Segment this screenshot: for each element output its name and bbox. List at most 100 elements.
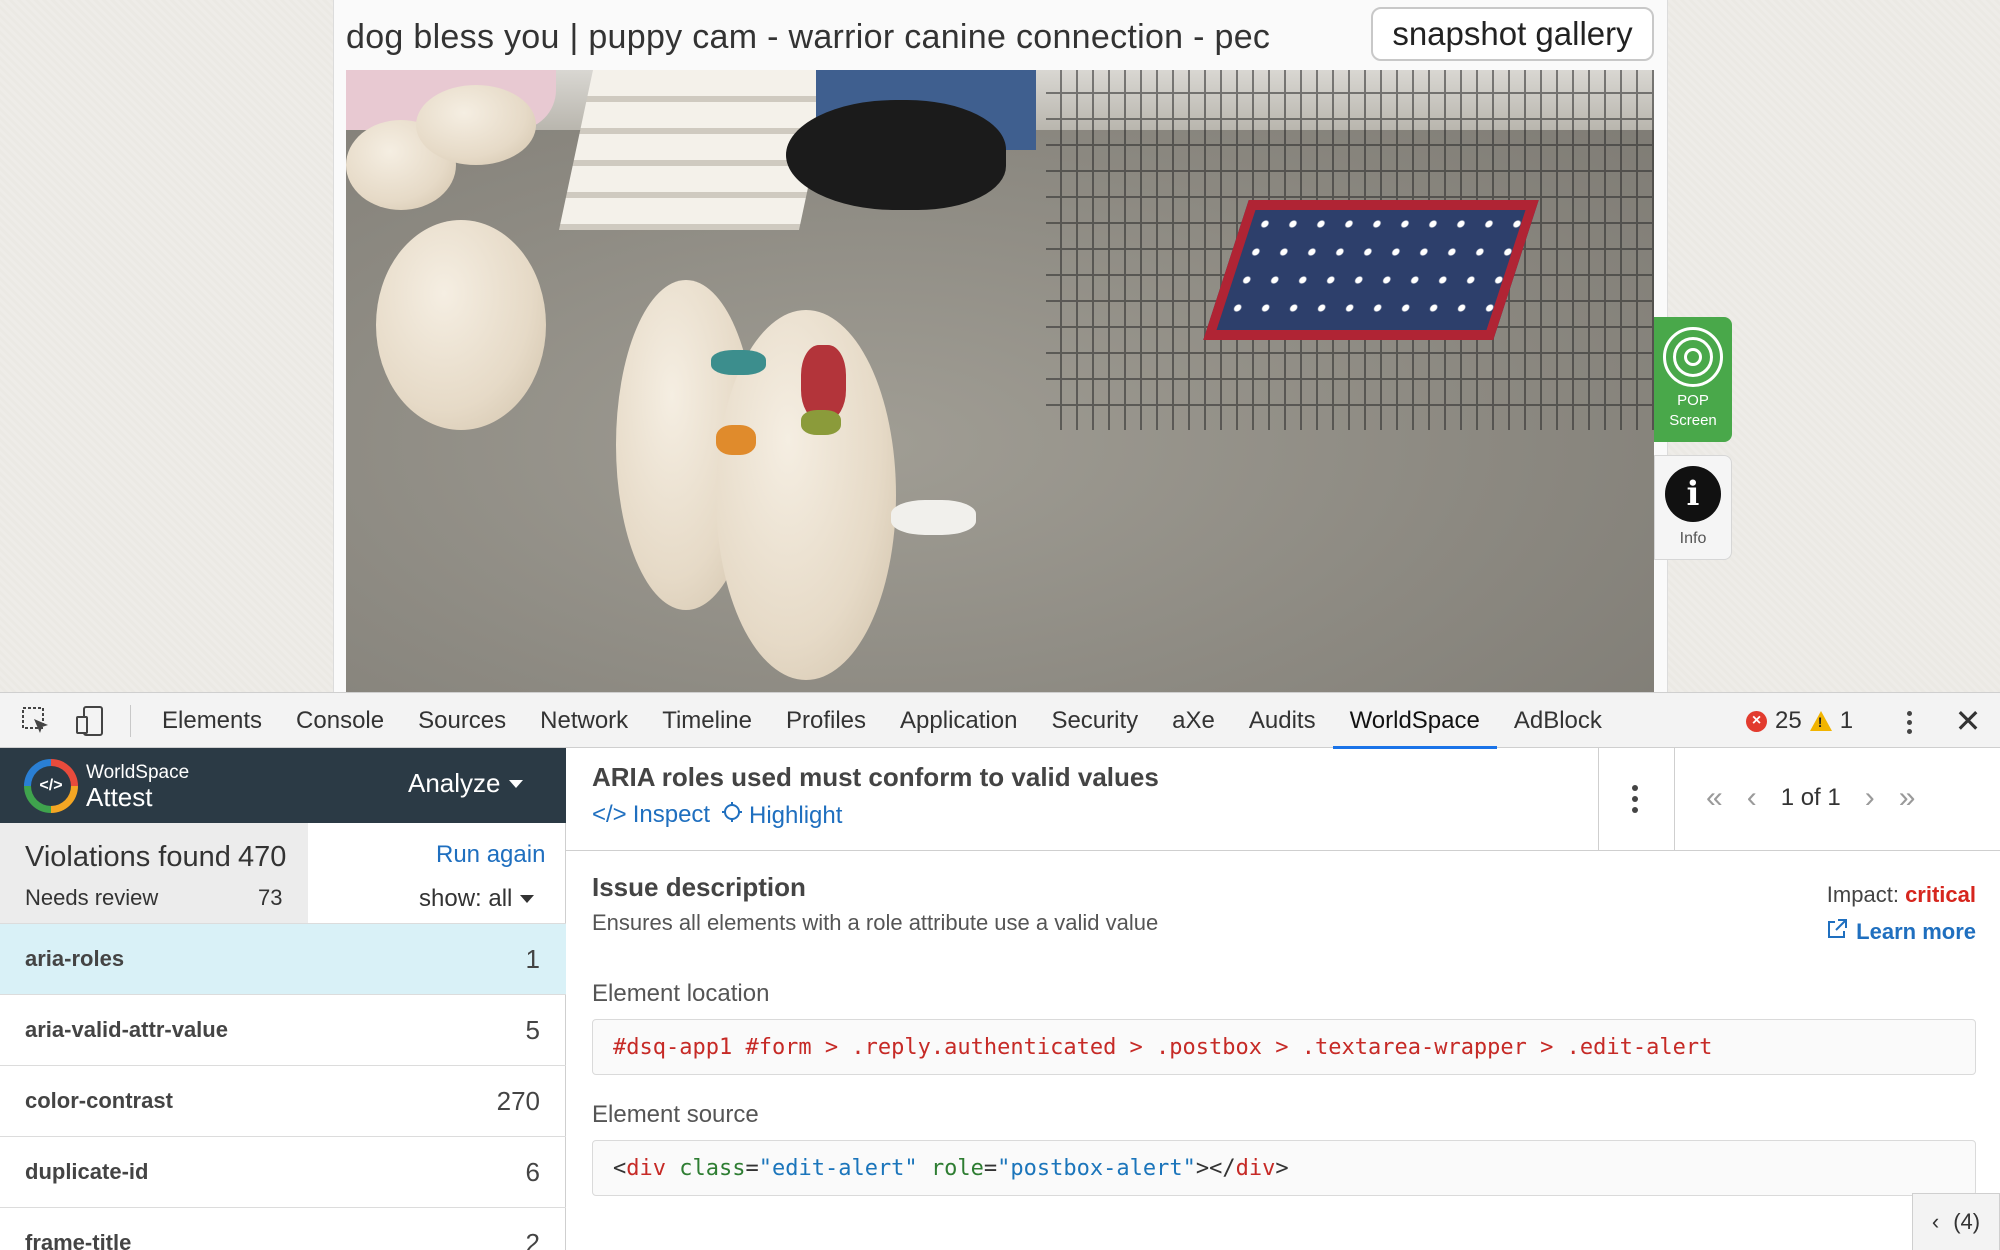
pager: « ‹ 1 of 1 › » (1706, 778, 1915, 818)
rule-item-color-contrast[interactable]: color-contrast 270 (0, 1065, 566, 1136)
error-icon: × (1746, 710, 1767, 732)
tab-security[interactable]: Security (1034, 693, 1155, 749)
header-divider (1598, 748, 1599, 851)
page-title: dog bless you | puppy cam - warrior cani… (346, 18, 1271, 56)
run-again-link[interactable]: Run again (436, 841, 545, 869)
more-options-icon[interactable] (1622, 782, 1648, 816)
rule-count: 1 (525, 943, 540, 974)
external-link-icon (1826, 918, 1848, 946)
rule-count: 5 (525, 1014, 540, 1045)
element-location-label: Element location (592, 980, 770, 1007)
pager-status: 1 of 1 (1780, 784, 1841, 811)
rule-name: aria-valid-attr-value (25, 1017, 228, 1042)
snapshot-gallery-button[interactable]: snapshot gallery (1371, 7, 1654, 61)
impact-value: critical (1905, 882, 1976, 907)
inspect-element-icon[interactable] (18, 703, 54, 739)
issue-description: Ensures all elements with a role attribu… (592, 910, 1159, 935)
rule-item-frame-title[interactable]: frame-title 2 (0, 1207, 566, 1250)
rule-item-aria-roles[interactable]: aria-roles 1 (0, 923, 566, 994)
element-location-selector[interactable]: #dsq-app1 #form > .reply.authenticated >… (592, 1019, 1976, 1075)
video-toy (891, 500, 976, 535)
video-black-dog (786, 100, 1006, 210)
analyze-label: Analyze (408, 768, 501, 798)
video-puppy (416, 85, 536, 165)
tab-adblock[interactable]: AdBlock (1497, 693, 1619, 749)
tab-console[interactable]: Console (279, 693, 401, 749)
brand-name: WorldSpace (86, 762, 190, 783)
last-page-icon[interactable]: » (1899, 781, 1916, 815)
issue-heading: Issue description (592, 872, 806, 902)
detail-header: ARIA roles used must conform to valid va… (566, 748, 2000, 851)
next-page-icon[interactable]: › (1865, 781, 1875, 815)
rule-count: 270 (496, 1085, 540, 1116)
previous-page-icon[interactable]: ‹ (1747, 781, 1757, 815)
video-toy (801, 345, 846, 420)
tab-profiles[interactable]: Profiles (769, 693, 883, 749)
violations-count: 470 (238, 841, 287, 873)
highlight-icon (721, 801, 743, 830)
error-count: 25 (1775, 707, 1802, 734)
needs-review-label: Needs review (25, 885, 159, 910)
rule-count: 6 (525, 1156, 540, 1187)
toolbar-separator (130, 705, 131, 737)
rule-item-aria-valid-attr-value[interactable]: aria-valid-attr-value 5 (0, 994, 566, 1065)
show-filter-label: show: all (419, 885, 513, 912)
impact-indicator: Impact: critical (1827, 882, 1976, 908)
worldspace-sidebar: </> WorldSpace Attest Analyze Violations… (0, 748, 566, 1250)
warning-icon: ! (1809, 711, 1832, 731)
puppy-cam-video[interactable] (346, 70, 1654, 692)
rule-count: 2 (525, 1227, 540, 1250)
rule-list: aria-roles 1 aria-valid-attr-value 5 col… (0, 923, 566, 1250)
first-page-icon[interactable]: « (1706, 781, 1723, 815)
tab-application[interactable]: Application (883, 693, 1034, 749)
inspect-button[interactable]: </> Inspect (592, 801, 710, 829)
video-toy (716, 425, 756, 455)
worldspace-header: </> WorldSpace Attest Analyze (0, 748, 566, 823)
tab-network[interactable]: Network (523, 693, 645, 749)
analyze-button[interactable]: Analyze (408, 768, 523, 799)
info-icon: i (1665, 466, 1721, 522)
needs-review-count: 73 (258, 885, 283, 910)
drawer-toggle[interactable]: ‹ (4) (1912, 1193, 2000, 1250)
element-source-label: Element source (592, 1101, 759, 1128)
drawer-count: (4) (1953, 1209, 1981, 1234)
tab-sources[interactable]: Sources (401, 693, 523, 749)
header-divider (1674, 748, 1675, 851)
tab-elements[interactable]: Elements (145, 693, 279, 749)
chevron-down-icon (520, 895, 535, 903)
tab-timeline[interactable]: Timeline (645, 693, 769, 749)
code-icon: </> (592, 801, 627, 828)
tab-worldspace[interactable]: WorldSpace (1332, 693, 1497, 749)
chevron-down-icon (508, 779, 523, 788)
rule-item-duplicate-id[interactable]: duplicate-id 6 (0, 1136, 566, 1207)
tab-axe[interactable]: aXe (1155, 693, 1232, 749)
video-toy (801, 410, 841, 435)
devtools-menu-icon[interactable] (1894, 707, 1924, 737)
rule-name: color-contrast (25, 1088, 173, 1113)
learn-more-link[interactable]: Learn more (1826, 918, 1976, 946)
rule-name: aria-roles (25, 946, 125, 971)
highlight-label: Highlight (749, 801, 843, 829)
pop-screen-label: POP Screen (1669, 392, 1717, 429)
video-toy (711, 350, 766, 375)
tab-audits[interactable]: Audits (1232, 693, 1333, 749)
highlight-button[interactable]: Highlight (721, 801, 842, 830)
device-toolbar-icon[interactable] (72, 703, 108, 739)
worldspace-detail: ARIA roles used must conform to valid va… (566, 748, 2000, 1250)
brand-product: Attest (86, 782, 153, 812)
rule-title: ARIA roles used must conform to valid va… (592, 762, 1159, 792)
info-widget[interactable]: i Info (1654, 455, 1732, 560)
learn-more-label: Learn more (1856, 919, 1976, 944)
rule-name: duplicate-id (25, 1159, 149, 1184)
violations-label: Violations found (25, 841, 231, 873)
summary-counts: Violations found 470 Needs review 73 (0, 823, 308, 923)
info-label: Info (1679, 530, 1707, 547)
pop-screen-widget[interactable]: POP Screen (1654, 317, 1732, 442)
devtools-panel: Elements Console Sources Network Timelin… (0, 692, 2000, 1250)
video-flag-bed (1203, 200, 1539, 340)
close-devtools-icon[interactable]: ✕ (1950, 701, 1986, 741)
element-source-code[interactable]: < div class = "edit-alert" role = "postbox-al… (592, 1140, 1976, 1196)
show-filter-dropdown[interactable]: show: all (419, 885, 535, 913)
console-counts[interactable]: × 25 ! 1 (1746, 693, 1853, 749)
results-summary: Violations found 470 Needs review 73 Run… (0, 823, 566, 923)
